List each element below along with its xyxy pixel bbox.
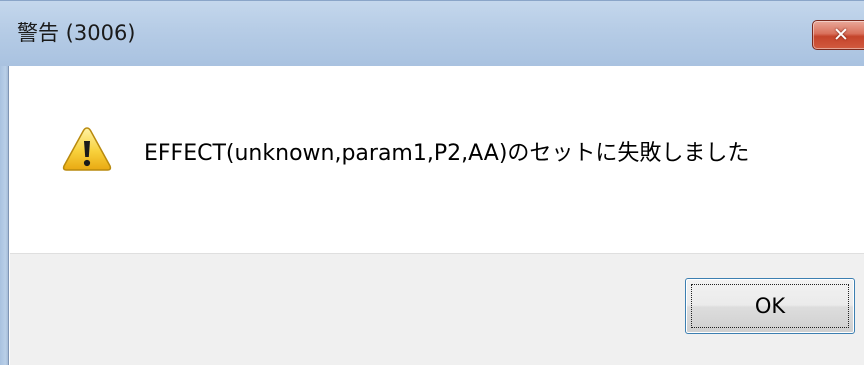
button-area: OK — [10, 253, 864, 365]
error-message: EFFECT(unknown,param1,P2,AA)のセットに失敗しました — [144, 141, 750, 166]
window-frame-left — [0, 66, 9, 365]
ok-button-label: OK — [754, 294, 786, 318]
title-bar[interactable]: 警告 (3006) ✕ — [0, 0, 864, 66]
window-title: 警告 (3006) — [17, 21, 136, 45]
warning-dialog: 警告 (3006) ✕ EFFECT(unknown,param1,P2,AA)… — [0, 0, 864, 365]
ok-button[interactable]: OK — [685, 278, 855, 334]
close-icon: ✕ — [833, 24, 849, 46]
close-button[interactable]: ✕ — [812, 20, 864, 50]
warning-icon — [62, 127, 112, 171]
dialog-content: EFFECT(unknown,param1,P2,AA)のセットに失敗しました — [10, 66, 864, 253]
